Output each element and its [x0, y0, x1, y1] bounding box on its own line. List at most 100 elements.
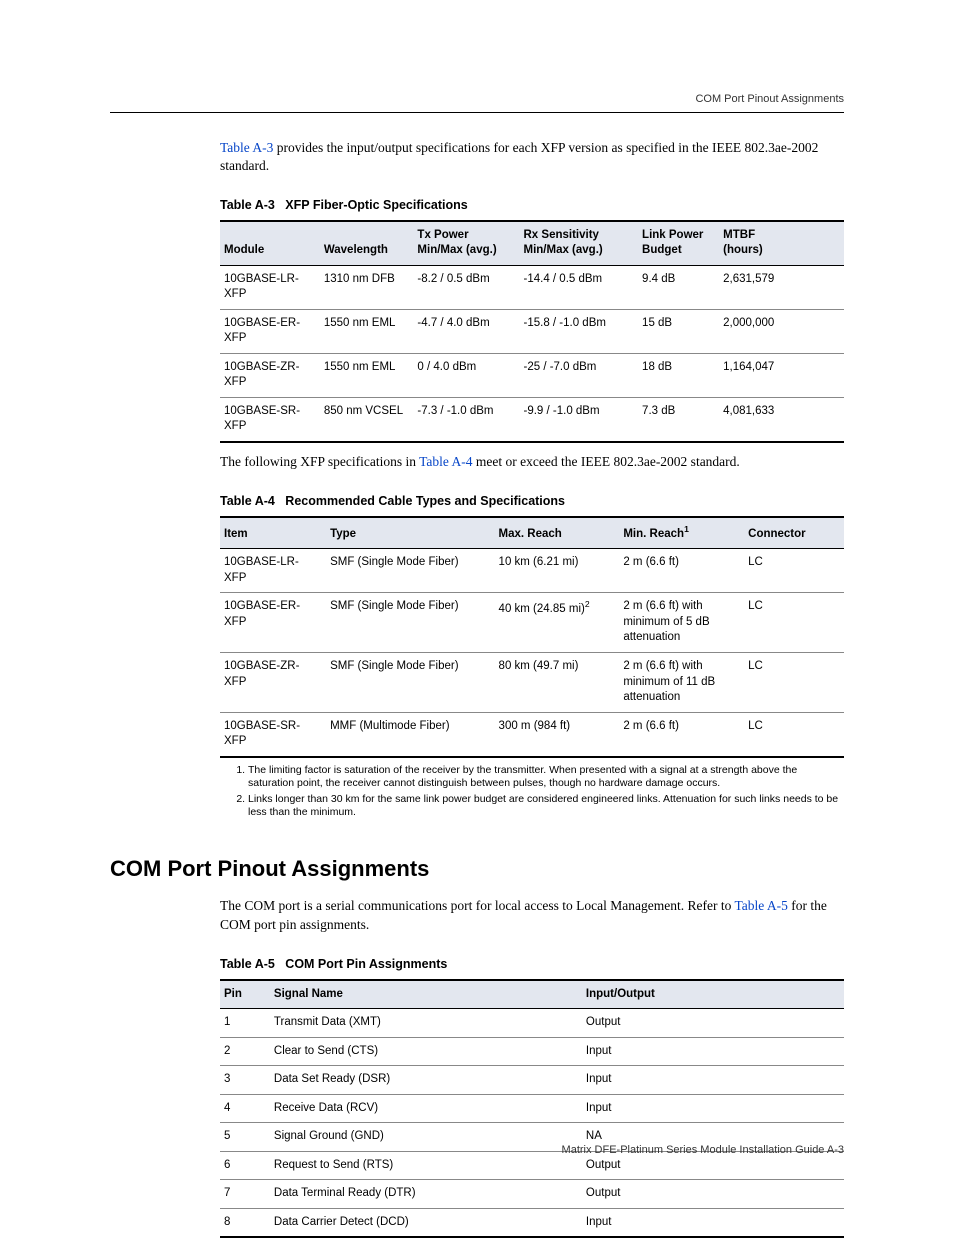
- table-cell: -7.3 / -1.0 dBm: [413, 397, 519, 442]
- table-a5: Pin Signal Name Input/Output 1Transmit D…: [220, 979, 844, 1238]
- table-cell: Request to Send (RTS): [270, 1151, 582, 1180]
- footnote-2: Links longer than 30 km for the same lin…: [248, 793, 844, 820]
- table-a3: Module Wavelength Tx PowerMin/Max (avg.)…: [220, 220, 844, 443]
- table-cell: 2 m (6.6 ft) with minimum of 5 dB attenu…: [619, 593, 744, 653]
- th-max: Max. Reach: [495, 517, 620, 549]
- table-cell: 10GBASE-ER-XFP: [220, 309, 320, 353]
- table-row: 10GBASE-ZR-XFP1550 nm EML0 / 4.0 dBm-25 …: [220, 353, 844, 397]
- table-cell: Transmit Data (XMT): [270, 1009, 582, 1038]
- table-cell: LC: [744, 593, 844, 653]
- table-cell: 10GBASE-ZR-XFP: [220, 652, 326, 712]
- table-cell: -25 / -7.0 dBm: [520, 353, 639, 397]
- table-cell: 8: [220, 1208, 270, 1237]
- table-cell: 1: [220, 1009, 270, 1038]
- table-row: 1Transmit Data (XMT)Output: [220, 1009, 844, 1038]
- table-cell: Output: [582, 1180, 844, 1209]
- table-cell: 1,164,047: [719, 353, 844, 397]
- table-cell: 1550 nm EML: [320, 353, 414, 397]
- table-cell: 10GBASE-SR-XFP: [220, 712, 326, 757]
- table-cell: 850 nm VCSEL: [320, 397, 414, 442]
- table-cell: 10GBASE-LR-XFP: [220, 549, 326, 593]
- intro-paragraph-a3: Table A-3 provides the input/output spec…: [220, 139, 844, 175]
- table-row: 8Data Carrier Detect (DCD)Input: [220, 1208, 844, 1237]
- table-cell: Data Set Ready (DSR): [270, 1066, 582, 1095]
- table-cell: 1550 nm EML: [320, 309, 414, 353]
- th-io: Input/Output: [582, 980, 844, 1009]
- table-cell: -15.8 / -1.0 dBm: [520, 309, 639, 353]
- table-cell: Input: [582, 1094, 844, 1123]
- table-cell: -14.4 / 0.5 dBm: [520, 265, 639, 309]
- table-cell: LC: [744, 652, 844, 712]
- table-cell: SMF (Single Mode Fiber): [326, 593, 494, 653]
- table-cell: 2 m (6.6 ft) with minimum of 11 dB atten…: [619, 652, 744, 712]
- th-tx: Tx PowerMin/Max (avg.): [413, 221, 519, 266]
- table-row: 7Data Terminal Ready (DTR)Output: [220, 1180, 844, 1209]
- section-heading-com-port: COM Port Pinout Assignments: [110, 854, 844, 884]
- table-cell: 18 dB: [638, 353, 719, 397]
- table-cell: 40 km (24.85 mi)2: [495, 593, 620, 653]
- table-cell: 2,000,000: [719, 309, 844, 353]
- table-cell: 300 m (984 ft): [495, 712, 620, 757]
- table-cell: LC: [744, 712, 844, 757]
- table-cell: Signal Ground (GND): [270, 1123, 582, 1152]
- page-footer: Matrix DFE-Platinum Series Module Instal…: [562, 1144, 844, 1156]
- table-row: 10GBASE-SR-XFPMMF (Multimode Fiber)300 m…: [220, 712, 844, 757]
- th-item: Item: [220, 517, 326, 549]
- table-cell: Data Carrier Detect (DCD): [270, 1208, 582, 1237]
- table-cell: 0 / 4.0 dBm: [413, 353, 519, 397]
- table-cell: 10GBASE-ER-XFP: [220, 593, 326, 653]
- table-cell: 3: [220, 1066, 270, 1095]
- table-cell: 2,631,579: [719, 265, 844, 309]
- table-cell: 10 km (6.21 mi): [495, 549, 620, 593]
- table-row: 3Data Set Ready (DSR)Input: [220, 1066, 844, 1095]
- table-a3-link[interactable]: Table A-3: [220, 140, 273, 155]
- table-cell: 5: [220, 1123, 270, 1152]
- table-a5-link[interactable]: Table A-5: [734, 898, 787, 913]
- table-cell: 7: [220, 1180, 270, 1209]
- table-cell: 7.3 dB: [638, 397, 719, 442]
- th-conn: Connector: [744, 517, 844, 549]
- table-cell: -9.9 / -1.0 dBm: [520, 397, 639, 442]
- table-cell: 9.4 dB: [638, 265, 719, 309]
- table-a4: Item Type Max. Reach Min. Reach1 Connect…: [220, 516, 844, 758]
- table-row: 2Clear to Send (CTS)Input: [220, 1037, 844, 1066]
- table-a3-caption: Table A-3 XFP Fiber-Optic Specifications: [220, 197, 844, 214]
- th-rx: Rx SensitivityMin/Max (avg.): [520, 221, 639, 266]
- table-cell: Input: [582, 1208, 844, 1237]
- th-lp: Link PowerBudget: [638, 221, 719, 266]
- table-cell: 10GBASE-ZR-XFP: [220, 353, 320, 397]
- table-cell: SMF (Single Mode Fiber): [326, 652, 494, 712]
- table-cell: LC: [744, 549, 844, 593]
- th-mtbf: MTBF(hours): [719, 221, 844, 266]
- table-cell: 2 m (6.6 ft): [619, 712, 744, 757]
- th-wavelength: Wavelength: [320, 221, 414, 266]
- intro-paragraph-a4: The following XFP specifications in Tabl…: [220, 453, 844, 471]
- table-row: 10GBASE-SR-XFP850 nm VCSEL-7.3 / -1.0 dB…: [220, 397, 844, 442]
- table-cell: 2: [220, 1037, 270, 1066]
- th-type: Type: [326, 517, 494, 549]
- intro-a3-text: provides the input/output specifications…: [220, 140, 818, 173]
- table-row: 10GBASE-ER-XFP1550 nm EML-4.7 / 4.0 dBm-…: [220, 309, 844, 353]
- table-cell: 6: [220, 1151, 270, 1180]
- table-cell: 4: [220, 1094, 270, 1123]
- table-row: 10GBASE-ZR-XFPSMF (Single Mode Fiber)80 …: [220, 652, 844, 712]
- table-cell: Output: [582, 1009, 844, 1038]
- table-cell: 15 dB: [638, 309, 719, 353]
- table-a5-caption: Table A-5 COM Port Pin Assignments: [220, 956, 844, 973]
- th-pin: Pin: [220, 980, 270, 1009]
- running-head: COM Port Pinout Assignments: [695, 93, 844, 105]
- table-cell: 1310 nm DFB: [320, 265, 414, 309]
- table-cell: 80 km (49.7 mi): [495, 652, 620, 712]
- table-a4-caption: Table A-4 Recommended Cable Types and Sp…: [220, 493, 844, 510]
- table-cell: 10GBASE-LR-XFP: [220, 265, 320, 309]
- footnote-1: The limiting factor is saturation of the…: [248, 764, 844, 791]
- th-min: Min. Reach1: [619, 517, 744, 549]
- intro-paragraph-a5: The COM port is a serial communications …: [220, 897, 844, 933]
- table-cell: 2 m (6.6 ft): [619, 549, 744, 593]
- table-a4-link[interactable]: Table A-4: [419, 454, 472, 469]
- table-row: 10GBASE-ER-XFPSMF (Single Mode Fiber)40 …: [220, 593, 844, 653]
- table-row: 10GBASE-LR-XFP1310 nm DFB-8.2 / 0.5 dBm-…: [220, 265, 844, 309]
- th-module: Module: [220, 221, 320, 266]
- table-row: 10GBASE-LR-XFPSMF (Single Mode Fiber)10 …: [220, 549, 844, 593]
- top-rule: [110, 112, 844, 113]
